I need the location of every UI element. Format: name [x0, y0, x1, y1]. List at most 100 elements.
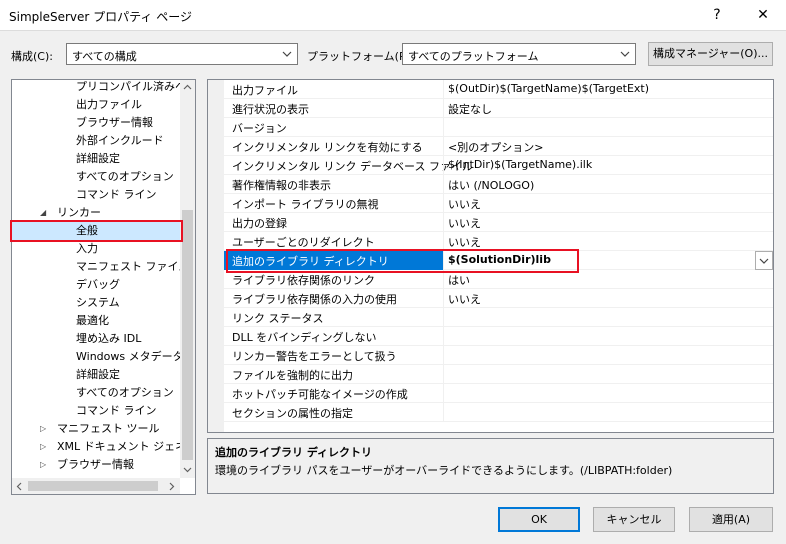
- tree-item[interactable]: 外部インクルード: [12, 132, 180, 150]
- tree-item[interactable]: マニフェスト ファイル: [12, 258, 190, 276]
- scroll-right-arrow-icon[interactable]: [167, 482, 176, 491]
- tree-item[interactable]: 詳細設定: [12, 150, 180, 168]
- platform-label: プラットフォーム(P):: [307, 50, 414, 63]
- column-divider: [443, 213, 444, 232]
- property-value[interactable]: $(OutDir)$(TargetName)$(TargetExt): [448, 82, 649, 95]
- property-row[interactable]: リンク ステータス: [224, 308, 773, 327]
- tree-item-label: すべてのオプション: [76, 386, 174, 399]
- property-row[interactable]: ライブラリ依存関係のリンク はい: [224, 270, 773, 289]
- help-button[interactable]: ?: [694, 0, 740, 31]
- property-row[interactable]: ホットパッチ可能なイメージの作成: [224, 384, 773, 403]
- close-button[interactable]: ✕: [740, 0, 786, 31]
- property-name: ファイルを強制的に出力: [232, 369, 353, 382]
- property-name: インクリメンタル リンクを有効にする: [232, 141, 423, 154]
- property-value[interactable]: $(IntDir)$(TargetName).ilk: [448, 158, 592, 171]
- tree-item[interactable]: システム: [12, 294, 180, 312]
- property-name: インクリメンタル リンク データベース ファイル: [232, 160, 473, 173]
- chevron-down-icon: [620, 51, 630, 57]
- tree-item[interactable]: ▷ マニフェスト ツール: [12, 420, 180, 438]
- tree-item-label: 入力: [76, 242, 98, 255]
- config-manager-button[interactable]: 構成マネージャー(O)...: [648, 42, 773, 66]
- tree-item[interactable]: すべてのオプション: [12, 168, 180, 186]
- tree-item-label: 詳細設定: [76, 152, 120, 165]
- tree-item[interactable]: 詳細設定: [12, 366, 180, 384]
- column-divider: [443, 118, 444, 137]
- property-value[interactable]: いいえ: [448, 234, 481, 250]
- description-title: 追加のライブラリ ディレクトリ: [215, 446, 373, 459]
- property-row[interactable]: 著作権情報の非表示 はい (/NOLOGO): [224, 175, 773, 194]
- tree-item[interactable]: ◢ リンカー: [12, 204, 180, 222]
- value-dropdown-button[interactable]: [755, 251, 773, 270]
- tree-item[interactable]: ▷ XML ドキュメント ジェネレー: [12, 438, 195, 456]
- property-row[interactable]: 出力の登録 いいえ: [224, 213, 773, 232]
- title-bar: SimpleServer プロパティ ページ ? ✕: [0, 0, 786, 31]
- platform-combo[interactable]: すべてのプラットフォーム: [402, 43, 636, 65]
- chevron-down-icon: [759, 258, 769, 264]
- cancel-button[interactable]: キャンセル: [593, 507, 675, 532]
- tree-item[interactable]: コマンド ライン: [12, 402, 180, 420]
- tree-item[interactable]: デバッグ: [12, 276, 180, 294]
- tree-item[interactable]: 最適化: [12, 312, 180, 330]
- tree-item-label: リンカー: [57, 206, 101, 219]
- collapsed-arrow-icon[interactable]: ▷: [40, 438, 50, 456]
- property-value[interactable]: はい: [448, 272, 470, 288]
- property-row[interactable]: インクリメンタル リンク データベース ファイル $(IntDir)$(Targe…: [224, 156, 773, 175]
- property-value[interactable]: いいえ: [448, 291, 481, 307]
- property-value[interactable]: $(SolutionDir)lib: [448, 253, 551, 266]
- tree-item[interactable]: ブラウザー情報: [12, 114, 180, 132]
- property-row[interactable]: ユーザーごとのリダイレクト いいえ: [224, 232, 773, 251]
- description-text: 環境のライブラリ パスをユーザーがオーバーライドできるようにします。(/LIBP…: [215, 464, 673, 477]
- scroll-left-arrow-icon[interactable]: [15, 482, 24, 491]
- tree-item-label: システム: [76, 296, 120, 309]
- property-row[interactable]: ライブラリ依存関係の入力の使用 いいえ: [224, 289, 773, 308]
- config-value: すべての構成: [72, 50, 137, 63]
- property-row[interactable]: バージョン: [224, 118, 773, 137]
- tree-item[interactable]: すべてのオプション: [12, 384, 180, 402]
- tree-item[interactable]: プリコンパイル済みヘッ: [12, 80, 195, 96]
- tree-item[interactable]: 出力ファイル: [12, 96, 180, 114]
- tree-item[interactable]: コマンド ライン: [12, 186, 180, 204]
- property-value[interactable]: いいえ: [448, 196, 481, 212]
- collapsed-arrow-icon[interactable]: ▷: [40, 420, 50, 438]
- tree-item[interactable]: 入力: [12, 240, 180, 258]
- property-row[interactable]: DLL をバインディングしない: [224, 327, 773, 346]
- tree-item-label: 詳細設定: [76, 368, 120, 381]
- property-value[interactable]: <別のオプション>: [448, 139, 543, 155]
- tree-vertical-scrollbar[interactable]: [180, 80, 195, 478]
- property-value[interactable]: はい (/NOLOGO): [448, 177, 534, 193]
- tree-item-label: ブラウザー情報: [57, 458, 134, 471]
- property-row[interactable]: 進行状況の表示 設定なし: [224, 99, 773, 118]
- property-name: インポート ライブラリの無視: [232, 198, 379, 211]
- config-combo[interactable]: すべての構成: [66, 43, 298, 65]
- property-name: 進行状況の表示: [232, 103, 309, 116]
- property-value[interactable]: 設定なし: [448, 101, 492, 117]
- column-divider: [443, 137, 444, 156]
- property-value[interactable]: いいえ: [448, 215, 481, 231]
- ok-button[interactable]: OK: [498, 507, 580, 532]
- property-row[interactable]: ファイルを強制的に出力: [224, 365, 773, 384]
- property-row[interactable]: インクリメンタル リンクを有効にする <別のオプション>: [224, 137, 773, 156]
- category-tree[interactable]: プリコンパイル済みヘッ 出力ファイル ブラウザー情報 外部インクルード 詳細設定 すべての…: [11, 79, 196, 495]
- collapsed-arrow-icon[interactable]: ▷: [40, 456, 50, 474]
- tree-item[interactable]: 埋め込み IDL: [12, 330, 180, 348]
- tree-hscroll-thumb[interactable]: [28, 481, 158, 491]
- property-row[interactable]: リンカー警告をエラーとして扱う: [224, 346, 773, 365]
- tree-item-label: マニフェスト ツール: [57, 422, 160, 435]
- apply-button[interactable]: 適用(A): [689, 507, 773, 532]
- expanded-arrow-icon[interactable]: ◢: [40, 204, 50, 222]
- tree-scroll-thumb[interactable]: [182, 210, 193, 460]
- scroll-up-arrow-icon[interactable]: [183, 83, 192, 92]
- property-row[interactable]: インポート ライブラリの無視 いいえ: [224, 194, 773, 213]
- tree-item[interactable]: 全般: [12, 222, 180, 240]
- tree-horizontal-scrollbar[interactable]: [12, 478, 180, 494]
- tree-item-label: デバッグ: [76, 278, 120, 291]
- column-divider: [443, 99, 444, 118]
- tree-item[interactable]: ▷ ブラウザー情報: [12, 456, 180, 474]
- property-row[interactable]: 追加のライブラリ ディレクトリ $(SolutionDir)lib: [224, 251, 773, 270]
- tree-item[interactable]: Windows メタデータ: [12, 348, 184, 366]
- property-row[interactable]: セクションの属性の指定: [224, 403, 773, 422]
- scroll-down-arrow-icon[interactable]: [183, 465, 192, 474]
- tree-item-label: Windows メタデータ: [76, 350, 184, 363]
- property-row[interactable]: 出力ファイル $(OutDir)$(TargetName)$(TargetExt): [224, 80, 773, 99]
- column-divider: [443, 327, 444, 346]
